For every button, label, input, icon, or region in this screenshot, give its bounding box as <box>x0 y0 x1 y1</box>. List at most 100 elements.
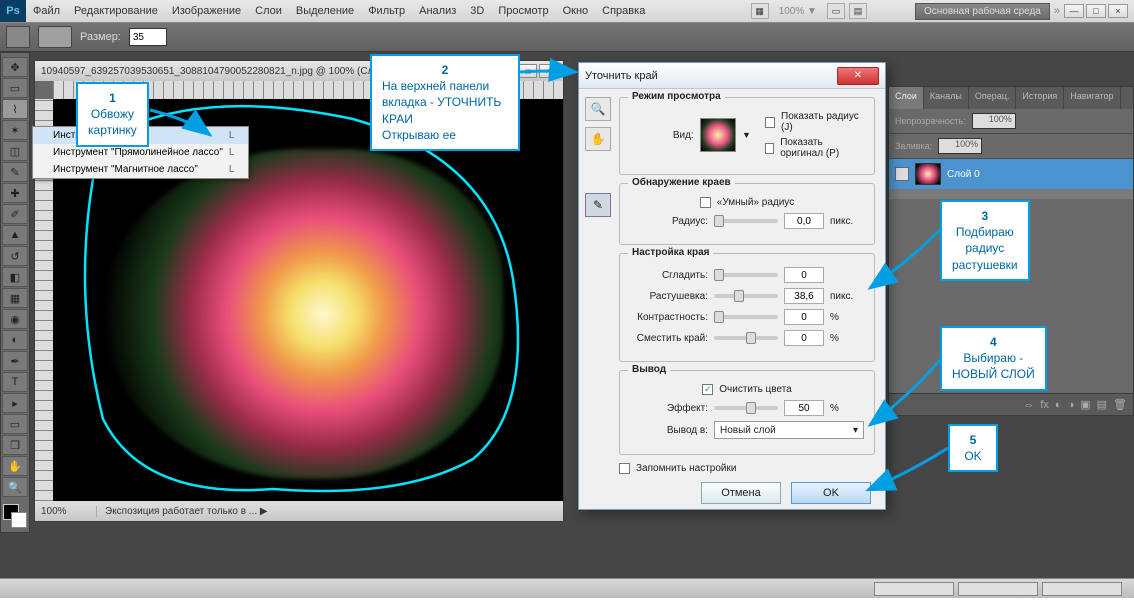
hand-tool-icon[interactable]: ✋ <box>585 127 611 151</box>
view-thumbnail[interactable] <box>700 118 736 152</box>
crop-tool[interactable]: ◫ <box>2 141 28 161</box>
doc-close[interactable]: × <box>539 64 557 78</box>
doc-status-msg: Экспозиция работает только в ... ▶ <box>97 506 276 517</box>
tab-channels[interactable]: Каналы <box>924 87 969 109</box>
tab-actions[interactable]: Операц. <box>969 87 1017 109</box>
eraser-tool[interactable]: ◧ <box>2 267 28 287</box>
show-original-checkbox[interactable] <box>765 143 774 154</box>
smooth-slider[interactable] <box>714 273 778 277</box>
output-group: Вывод ✓Очистить цвета Эффект: % Вывод в:… <box>619 370 875 455</box>
layer-thumbnail <box>915 163 941 185</box>
dialog-close-button[interactable]: ✕ <box>837 67 879 85</box>
move-tool[interactable]: ✥ <box>2 57 28 77</box>
menu-view[interactable]: Просмотр <box>491 5 555 17</box>
opacity-value[interactable]: 100% <box>972 113 1016 129</box>
menu-layers[interactable]: Слои <box>248 5 289 17</box>
link-icon[interactable]: ⇔ <box>1023 399 1034 411</box>
fx-icon[interactable]: fx <box>1040 399 1049 411</box>
zoom-tool-icon[interactable]: 🔍 <box>585 97 611 121</box>
layer-row-0[interactable]: Слой 0 <box>889 159 1133 189</box>
menu-help[interactable]: Справка <box>595 5 652 17</box>
ok-button[interactable]: OK <box>791 482 871 504</box>
tab-navigator[interactable]: Навигатор <box>1064 87 1120 109</box>
arrange-icon[interactable]: ▦ <box>751 3 769 19</box>
menu-image[interactable]: Изображение <box>165 5 248 17</box>
shift-input[interactable] <box>784 330 824 346</box>
contrast-slider[interactable] <box>714 315 778 319</box>
brush-size-input[interactable] <box>129 28 167 46</box>
show-original-label: Показать оригинал (P) <box>780 137 864 159</box>
refine-brush-icon[interactable]: ✎ <box>585 193 611 217</box>
menu-filter[interactable]: Фильтр <box>361 5 412 17</box>
shift-slider[interactable] <box>714 336 778 340</box>
group-icon[interactable]: ▣ <box>1080 398 1090 411</box>
more-panels[interactable]: » <box>1054 5 1060 17</box>
maximize-button[interactable]: □ <box>1086 4 1106 18</box>
color-swatches[interactable] <box>3 504 27 528</box>
blur-tool[interactable]: ◉ <box>2 309 28 329</box>
brush-tool[interactable]: ✐ <box>2 204 28 224</box>
menu-analysis[interactable]: Анализ <box>412 5 463 17</box>
visibility-icon[interactable] <box>895 167 909 181</box>
doc-zoom-level[interactable]: 100% <box>35 506 97 517</box>
close-window-button[interactable]: × <box>1108 4 1128 18</box>
smooth-input[interactable] <box>784 267 824 283</box>
remember-checkbox[interactable] <box>619 463 630 474</box>
feather-input[interactable] <box>784 288 824 304</box>
dialog-titlebar[interactable]: Уточнить край ✕ <box>579 63 885 89</box>
path-select-tool[interactable]: ▸ <box>2 393 28 413</box>
tab-history[interactable]: История <box>1016 87 1064 109</box>
fill-value[interactable]: 100% <box>938 138 982 154</box>
hand-tool[interactable]: ✋ <box>2 456 28 476</box>
lasso-tool[interactable]: ⌇ <box>2 99 28 119</box>
menu-3d[interactable]: 3D <box>463 5 491 17</box>
zoom-dropdown[interactable]: 100% ▼ <box>773 6 823 17</box>
doc-maximize[interactable]: □ <box>519 64 537 78</box>
show-radius-checkbox[interactable] <box>765 117 775 128</box>
trash-icon[interactable]: 🗑 <box>1113 398 1127 411</box>
marquee-tool[interactable]: ▭ <box>2 78 28 98</box>
gradient-tool[interactable]: ▦ <box>2 288 28 308</box>
radius-slider[interactable] <box>714 219 778 223</box>
menu-edit[interactable]: Редактирование <box>67 5 165 17</box>
cancel-button[interactable]: Отмена <box>701 482 781 504</box>
shape-tool[interactable]: ▭ <box>2 414 28 434</box>
decontaminate-checkbox[interactable]: ✓ <box>702 384 713 395</box>
adjustment-icon[interactable]: ◑ <box>1068 399 1075 411</box>
magnetic-lasso-item[interactable]: Инструмент "Магнитное лассо"L <box>33 161 248 178</box>
3d-tool[interactable]: ❒ <box>2 435 28 455</box>
menu-window[interactable]: Окно <box>556 5 596 17</box>
background-color[interactable] <box>11 512 27 528</box>
status-tray-3[interactable] <box>1042 582 1122 596</box>
contrast-input[interactable] <box>784 309 824 325</box>
history-brush-tool[interactable]: ↺ <box>2 246 28 266</box>
smart-radius-checkbox[interactable] <box>700 197 711 208</box>
new-layer-icon[interactable]: ▤ <box>1097 398 1107 411</box>
status-tray-2[interactable] <box>958 582 1038 596</box>
tool-preset-picker[interactable] <box>6 26 30 48</box>
feather-slider[interactable] <box>714 294 778 298</box>
menu-file[interactable]: Файл <box>26 5 67 17</box>
tab-layers[interactable]: Слои <box>889 87 924 109</box>
amount-slider[interactable] <box>714 406 778 410</box>
mask-icon[interactable]: ◐ <box>1055 399 1062 411</box>
screen-mode-icon[interactable]: ▭ <box>827 3 845 19</box>
stamp-tool[interactable]: ▲ <box>2 225 28 245</box>
type-tool[interactable]: T <box>2 372 28 392</box>
zoom-tool[interactable]: 🔍 <box>2 477 28 497</box>
brush-preview[interactable] <box>38 26 72 48</box>
quick-select-tool[interactable]: ✶ <box>2 120 28 140</box>
workspace-switcher[interactable]: Основная рабочая среда <box>915 3 1050 20</box>
dodge-tool[interactable]: ◐ <box>2 330 28 350</box>
pen-tool[interactable]: ✒ <box>2 351 28 371</box>
extras-icon[interactable]: ▤ <box>849 3 867 19</box>
healing-tool[interactable]: ✚ <box>2 183 28 203</box>
output-to-select[interactable]: Новый слой▾ <box>714 421 864 439</box>
adjust-edge-title: Настройка края <box>628 247 713 258</box>
amount-input[interactable] <box>784 400 824 416</box>
minimize-button[interactable]: — <box>1064 4 1084 18</box>
status-tray-1[interactable] <box>874 582 954 596</box>
menu-select[interactable]: Выделение <box>289 5 361 17</box>
radius-input[interactable] <box>784 213 824 229</box>
eyedropper-tool[interactable]: ✎ <box>2 162 28 182</box>
